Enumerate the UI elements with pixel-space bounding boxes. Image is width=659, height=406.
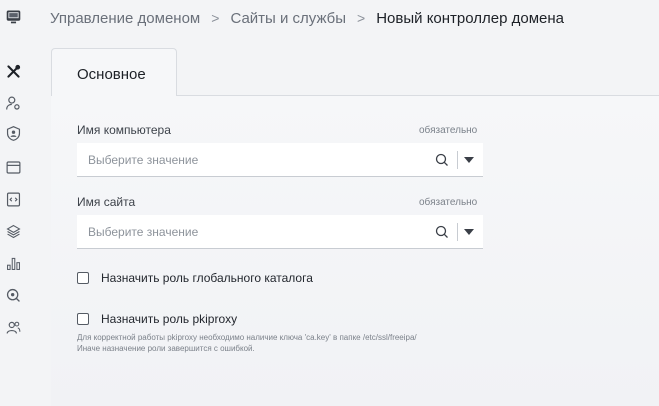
bar-chart-icon[interactable]	[3, 253, 23, 273]
chevron-down-icon[interactable]	[464, 157, 474, 163]
breadcrumb-item-domain-management[interactable]: Управление доменом	[50, 10, 200, 27]
select-divider	[457, 223, 458, 241]
code-file-icon[interactable]	[3, 189, 23, 209]
search-settings-icon[interactable]	[3, 285, 23, 305]
window-icon[interactable]	[3, 157, 23, 177]
global-catalog-label: Назначить роль глобального каталога	[101, 271, 313, 285]
select-placeholder: Выберите значение	[88, 225, 199, 239]
layers-icon[interactable]	[3, 221, 23, 241]
breadcrumb-item-sites-services[interactable]: Сайты и службы	[230, 10, 346, 27]
breadcrumb-separator: >	[211, 10, 220, 26]
user-settings-icon[interactable]	[3, 93, 23, 113]
required-marker: обязательно	[419, 125, 478, 136]
checkbox-box[interactable]	[77, 272, 89, 284]
site-name-select[interactable]: Выберите значение	[77, 215, 483, 249]
search-icon[interactable]	[435, 225, 449, 239]
pkiproxy-label: Назначить роль pkiproxy	[101, 312, 238, 326]
computer-name-select[interactable]: Выберите значение	[77, 143, 483, 177]
app-logo-icon[interactable]	[3, 6, 23, 26]
sidebar	[0, 0, 26, 405]
breadcrumb: Управление доменом > Сайты и службы > Новый …	[50, 10, 564, 27]
tab-label: Основное	[77, 66, 146, 83]
chevron-down-icon[interactable]	[464, 229, 474, 235]
search-icon[interactable]	[435, 153, 449, 167]
pkiproxy-hint-line-1: Для корректной работы pkiproxy необходим…	[77, 333, 417, 342]
required-marker: обязательно	[419, 197, 478, 208]
select-divider	[457, 151, 458, 169]
select-placeholder: Выберите значение	[88, 153, 199, 167]
users-icon[interactable]	[3, 317, 23, 337]
tools-icon[interactable]	[3, 61, 23, 81]
topbar: Управление доменом > Сайты и службы > Новый …	[26, 0, 659, 40]
breadcrumb-separator: >	[357, 10, 366, 26]
computer-name-label: Имя компьютера	[77, 123, 171, 137]
site-name-label: Имя сайта	[77, 195, 136, 209]
pkiproxy-hint-line-2: Иначе назначение роли завершится с ошибк…	[77, 344, 255, 353]
form-panel	[51, 95, 659, 406]
breadcrumb-current: Новый контроллер домена	[376, 10, 565, 27]
shield-user-icon[interactable]	[3, 123, 23, 143]
checkbox-box[interactable]	[77, 313, 89, 325]
tab-general[interactable]: Основное	[51, 48, 177, 96]
